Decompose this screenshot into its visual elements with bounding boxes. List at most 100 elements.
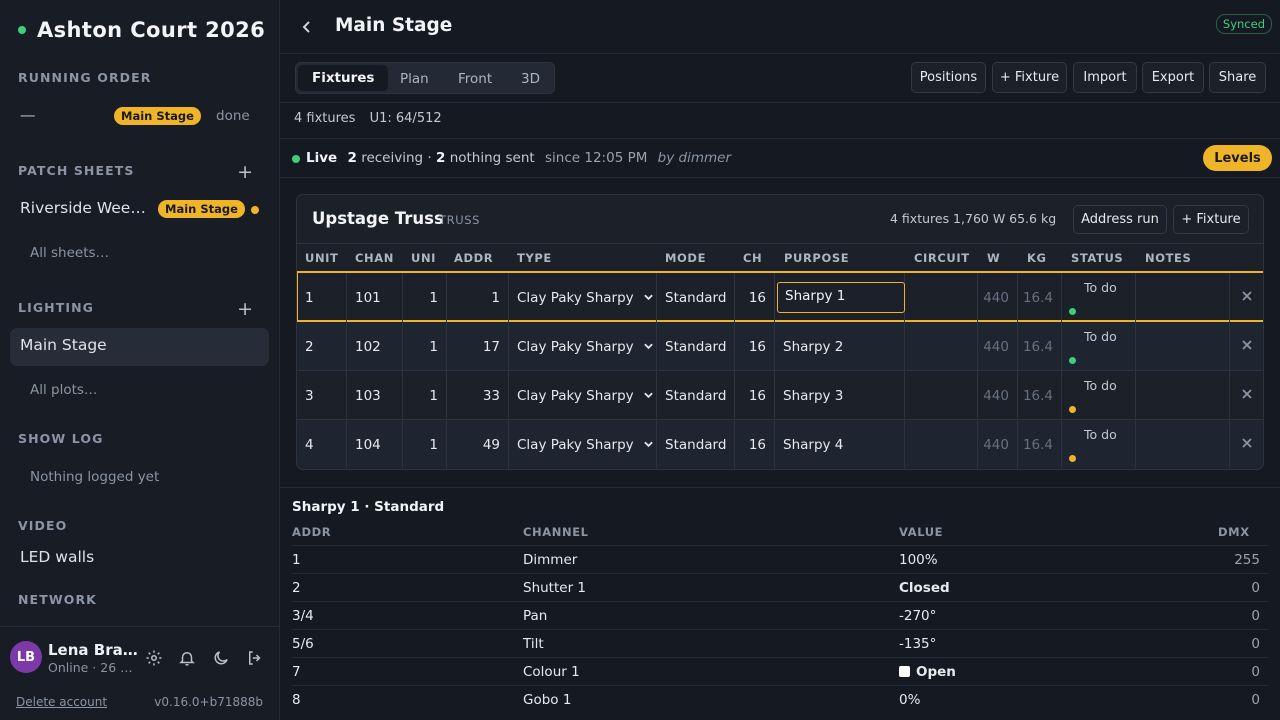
- type-select[interactable]: Clay Paky Sharpy: [509, 273, 657, 322]
- notes-cell[interactable]: [1136, 371, 1230, 420]
- chan-cell[interactable]: 104: [347, 420, 403, 469]
- running-order-dash[interactable]: —: [20, 106, 36, 124]
- col-header-type[interactable]: TYPE: [517, 251, 552, 265]
- remove-fixture-icon[interactable]: [1241, 339, 1253, 351]
- all-sheets-link[interactable]: All sheets…: [30, 245, 109, 261]
- chevron-down-icon[interactable]: [644, 441, 653, 448]
- chan-cell[interactable]: 102: [347, 322, 403, 371]
- uni-cell[interactable]: 1: [403, 322, 447, 371]
- watts-cell[interactable]: 440: [978, 371, 1018, 420]
- addr-cell[interactable]: 1: [447, 273, 509, 322]
- col-header-purpose[interactable]: PURPOSE: [784, 251, 849, 265]
- chevron-down-icon[interactable]: [644, 343, 653, 350]
- weight-cell[interactable]: 16.4: [1018, 420, 1062, 469]
- uni-cell[interactable]: 1: [403, 273, 447, 322]
- share-button[interactable]: Share: [1209, 62, 1266, 93]
- type-select[interactable]: Clay Paky Sharpy: [509, 420, 657, 469]
- chevron-down-icon[interactable]: [644, 392, 653, 399]
- weight-cell[interactable]: 16.4: [1018, 371, 1062, 420]
- chan-cell[interactable]: 103: [347, 371, 403, 420]
- type-select[interactable]: Clay Paky Sharpy: [509, 322, 657, 371]
- mode-cell[interactable]: Standard: [657, 420, 735, 469]
- circuit-cell[interactable]: [905, 322, 978, 371]
- notes-cell[interactable]: [1136, 273, 1230, 322]
- status-label[interactable]: To do: [1084, 280, 1117, 295]
- add-fixture-button[interactable]: + Fixture: [992, 62, 1067, 93]
- avatar[interactable]: LB: [10, 641, 42, 673]
- mode-cell[interactable]: Standard: [657, 273, 735, 322]
- unit-cell[interactable]: 3: [297, 371, 347, 420]
- all-plots-link[interactable]: All plots…: [30, 382, 97, 398]
- tab-plan[interactable]: Plan: [400, 68, 429, 90]
- fixture-row[interactable]: 2 102 1 17 Clay Paky Sharpy Standard 16 Sharpy …: [297, 321, 1263, 371]
- fixture-row[interactable]: 3 103 1 33 Clay Paky Sharpy Standard 16 Sharpy …: [297, 370, 1263, 420]
- purpose-input[interactable]: Sharpy 1: [777, 282, 905, 313]
- circuit-cell[interactable]: [905, 273, 978, 322]
- bell-icon[interactable]: [178, 649, 196, 667]
- col-header-kg[interactable]: KG: [1027, 251, 1047, 265]
- addr-cell[interactable]: 33: [447, 371, 509, 420]
- chan-cell[interactable]: 101: [347, 273, 403, 322]
- positions-button[interactable]: Positions: [911, 62, 986, 93]
- col-header-uni[interactable]: UNI: [411, 251, 436, 265]
- levels-button[interactable]: Levels: [1203, 145, 1272, 171]
- chevron-down-icon[interactable]: [644, 294, 653, 301]
- delete-account-link[interactable]: Delete account: [16, 695, 107, 709]
- watts-cell[interactable]: 440: [978, 322, 1018, 371]
- truss-add-fixture-button[interactable]: + Fixture: [1173, 205, 1249, 234]
- address-run-button[interactable]: Address run: [1073, 205, 1167, 234]
- col-header-circuit[interactable]: CIRCUIT: [914, 251, 970, 265]
- purpose-cell[interactable]: Sharpy 4: [775, 420, 905, 469]
- circuit-cell[interactable]: [905, 371, 978, 420]
- addr-cell[interactable]: 17: [447, 322, 509, 371]
- unit-cell[interactable]: 2: [297, 322, 347, 371]
- export-button[interactable]: Export: [1142, 62, 1204, 93]
- mode-cell[interactable]: Standard: [657, 371, 735, 420]
- circuit-cell[interactable]: [905, 420, 978, 469]
- purpose-cell[interactable]: Sharpy 2: [775, 322, 905, 371]
- sidebar-item-led-walls[interactable]: LED walls: [20, 548, 94, 566]
- add-patch-sheet-button[interactable]: +: [237, 163, 253, 182]
- ch-cell[interactable]: 16: [735, 322, 775, 371]
- weight-cell[interactable]: 16.4: [1018, 273, 1062, 322]
- col-header-unit[interactable]: UNIT: [305, 251, 339, 265]
- uni-cell[interactable]: 1: [403, 420, 447, 469]
- ch-cell[interactable]: 16: [735, 273, 775, 322]
- fixture-row[interactable]: 4 104 1 49 Clay Paky Sharpy Standard 16 Sharpy …: [297, 419, 1263, 469]
- col-header-addr[interactable]: ADDR: [454, 251, 493, 265]
- sidebar-item-riverside[interactable]: Riverside Wee…: [20, 199, 146, 217]
- status-label[interactable]: To do: [1084, 329, 1117, 344]
- weight-cell[interactable]: 16.4: [1018, 322, 1062, 371]
- tab-fixtures[interactable]: Fixtures: [298, 65, 389, 91]
- remove-fixture-icon[interactable]: [1241, 290, 1253, 302]
- brand[interactable]: Ashton Court 2026: [18, 18, 265, 42]
- notes-cell[interactable]: [1136, 322, 1230, 371]
- logout-icon[interactable]: [246, 649, 264, 667]
- status-label[interactable]: To do: [1084, 378, 1117, 393]
- type-select[interactable]: Clay Paky Sharpy: [509, 371, 657, 420]
- unit-cell[interactable]: 1: [297, 273, 347, 322]
- watts-cell[interactable]: 440: [978, 273, 1018, 322]
- col-header-mode[interactable]: MODE: [665, 251, 706, 265]
- tab-front[interactable]: Front: [458, 68, 492, 90]
- col-header-chan[interactable]: CHAN: [355, 251, 394, 265]
- mode-cell[interactable]: Standard: [657, 322, 735, 371]
- uni-cell[interactable]: 1: [403, 371, 447, 420]
- col-header-notes[interactable]: NOTES: [1145, 251, 1191, 265]
- unit-cell[interactable]: 4: [297, 420, 347, 469]
- import-button[interactable]: Import: [1073, 62, 1137, 93]
- col-header-w[interactable]: W: [987, 251, 1000, 265]
- ch-cell[interactable]: 16: [735, 371, 775, 420]
- addr-cell[interactable]: 49: [447, 420, 509, 469]
- notes-cell[interactable]: [1136, 420, 1230, 469]
- remove-fixture-icon[interactable]: [1241, 388, 1253, 400]
- ch-cell[interactable]: 16: [735, 420, 775, 469]
- status-label[interactable]: To do: [1084, 427, 1117, 442]
- watts-cell[interactable]: 440: [978, 420, 1018, 469]
- sidebar-item-main-stage[interactable]: Main Stage: [20, 336, 107, 354]
- col-header-ch[interactable]: CH: [743, 251, 762, 265]
- remove-fixture-icon[interactable]: [1241, 437, 1253, 449]
- tab-3d[interactable]: 3D: [521, 68, 540, 90]
- col-header-status[interactable]: STATUS: [1071, 251, 1123, 265]
- add-lighting-button[interactable]: +: [237, 300, 253, 319]
